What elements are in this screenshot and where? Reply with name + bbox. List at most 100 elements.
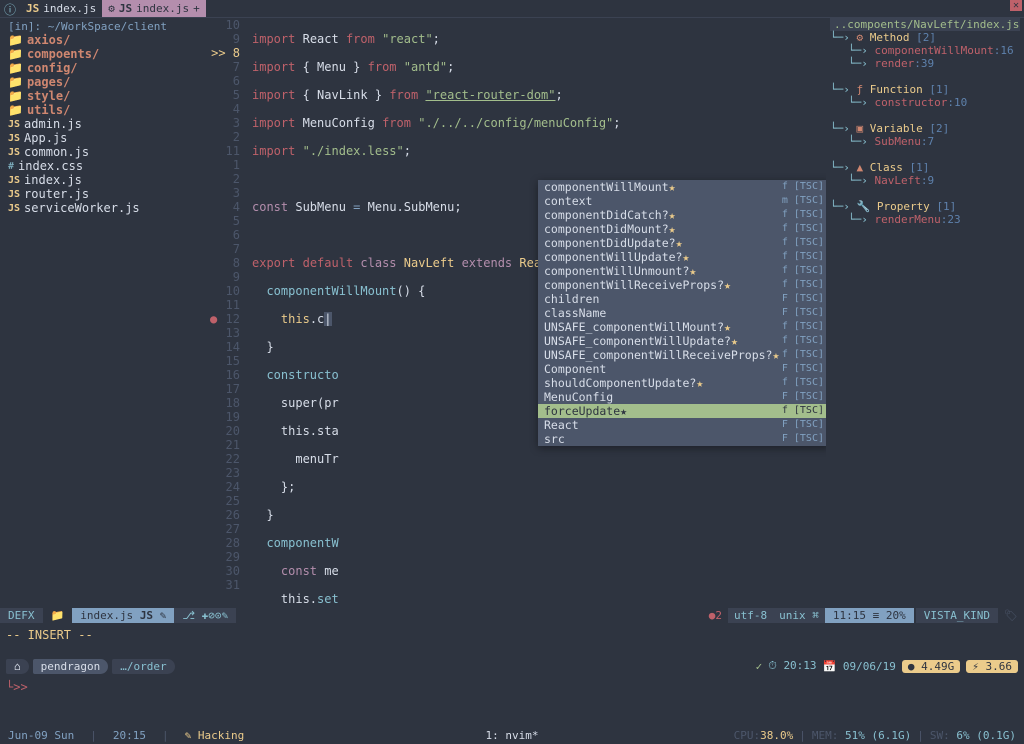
- sl-fileformat: unix ⌘: [773, 608, 825, 623]
- tree-file[interactable]: JS router.js: [4, 187, 206, 201]
- tree-file[interactable]: JS App.js: [4, 131, 206, 145]
- shell-prompt[interactable]: ⌂ pendragon …/order ✓ ⏱ 20:13 📅 09/06/19…: [0, 652, 1024, 680]
- tree-folder[interactable]: 📁 config/: [4, 61, 206, 75]
- tmux-date: Jun-09 Sun: [0, 729, 82, 742]
- autocomplete-item[interactable]: componentWillMount★f [TSC]: [538, 180, 826, 194]
- autocomplete-popup[interactable]: componentWillMount★f [TSC]contextm [TSC]…: [538, 180, 826, 446]
- gutter: 109>> 8765432111234567891011121314151617…: [210, 18, 246, 592]
- apple-icon: ⌂: [6, 659, 29, 674]
- tab-label: index.js: [136, 2, 189, 15]
- tab-inactive[interactable]: JS index.js: [20, 0, 102, 17]
- breakpoint-icon[interactable]: ●: [210, 312, 217, 326]
- tab-label: index.js: [43, 2, 96, 15]
- outline-item[interactable]: └─› NavLeft:9: [830, 174, 1020, 187]
- outline-pane[interactable]: ..compoents/NavLeft/index.js └─› ⚙ Metho…: [826, 18, 1024, 606]
- folder-icon: 📁: [43, 608, 73, 623]
- tree-folder[interactable]: 📁 utils/: [4, 103, 206, 117]
- autocomplete-item[interactable]: shouldComponentUpdate?★f [TSC]: [538, 376, 826, 390]
- info-icon: ⓘ: [0, 0, 20, 17]
- autocomplete-item[interactable]: UNSAFE_componentWillReceiveProps?★f [TSC…: [538, 348, 826, 362]
- folder-icon: 📁: [8, 75, 23, 89]
- autocomplete-item[interactable]: componentDidCatch?★f [TSC]: [538, 208, 826, 222]
- folder-icon: 📁: [8, 89, 23, 103]
- mode-indicator: -- INSERT --: [0, 624, 1024, 652]
- js-icon: JS: [119, 2, 132, 15]
- check-icon: ✓: [756, 660, 763, 673]
- sl-error-count[interactable]: ●2: [703, 609, 728, 622]
- folder-icon: 📁: [8, 103, 23, 117]
- tree-folder[interactable]: 📁 compoents/: [4, 47, 206, 61]
- tree-folder[interactable]: 📁 pages/: [4, 75, 206, 89]
- sl-filename: index.js JS ✎: [72, 608, 174, 623]
- tree-file[interactable]: JS admin.js: [4, 117, 206, 131]
- js-icon: JS: [8, 119, 20, 130]
- folder-icon: 📁: [8, 61, 23, 75]
- shell-host: pendragon: [33, 659, 109, 674]
- shell-path: …/order: [112, 659, 174, 674]
- outline-item[interactable]: └─› SubMenu:7: [830, 135, 1020, 148]
- js-icon: JS: [26, 2, 39, 15]
- statusline: DEFX 📁 index.js JS ✎ ⎇ ✚⊘⊙✎ ●2 utf-8 uni…: [0, 606, 1024, 624]
- main-area: [in]: ~/WorkSpace/client 📁 axios/📁 compo…: [0, 18, 1024, 606]
- folder-icon: 📁: [8, 33, 23, 47]
- sl-encoding: utf-8: [728, 608, 773, 623]
- tmux-time: 20:15: [105, 729, 154, 742]
- autocomplete-item[interactable]: classNameF [TSC]: [538, 306, 826, 320]
- outline-item[interactable]: └─› renderMenu:23: [830, 213, 1020, 226]
- outline-item[interactable]: └─› render:39: [830, 57, 1020, 70]
- autocomplete-item[interactable]: componentWillUnmount?★f [TSC]: [538, 264, 826, 278]
- sl-position: 11:15 ≡ 20%: [825, 608, 914, 623]
- tmux-statusbar: Jun-09 Sun | 20:15 | ✎ Hacking 1: nvim* …: [0, 726, 1024, 744]
- tree-folder[interactable]: 📁 axios/: [4, 33, 206, 47]
- clock-icon: ⏱: [768, 659, 777, 672]
- tree-file[interactable]: # index.css: [4, 159, 206, 173]
- autocomplete-item[interactable]: UNSAFE_componentWillUpdate?★f [TSC]: [538, 334, 826, 348]
- outline-group[interactable]: └─› ▣ Variable [2]: [830, 122, 1020, 135]
- autocomplete-item[interactable]: UNSAFE_componentWillMount?★f [TSC]: [538, 320, 826, 334]
- autocomplete-item[interactable]: ReactF [TSC]: [538, 418, 826, 432]
- sl-git: ⎇ ✚⊘⊙✎: [174, 608, 236, 623]
- outline-item[interactable]: └─› componentWillMount:16: [830, 44, 1020, 57]
- file-tree[interactable]: [in]: ~/WorkSpace/client 📁 axios/📁 compo…: [0, 18, 210, 606]
- autocomplete-item[interactable]: srcF [TSC]: [538, 432, 826, 446]
- calendar-icon: 📅: [823, 660, 837, 673]
- tree-file[interactable]: JS serviceWorker.js: [4, 201, 206, 215]
- autocomplete-item[interactable]: MenuConfigF [TSC]: [538, 390, 826, 404]
- outline-group[interactable]: └─› 🔧 Property [1]: [830, 200, 1020, 213]
- js-icon: JS: [8, 147, 20, 158]
- close-icon[interactable]: ✕: [1010, 0, 1022, 11]
- css-icon: #: [8, 161, 14, 172]
- tree-header: [in]: ~/WorkSpace/client: [4, 20, 206, 33]
- tab-active[interactable]: ⚙ JS index.js +: [102, 0, 205, 17]
- shell-right-status: ✓ ⏱ 20:13 📅 09/06/19 ● 4.49G ⚡ 3.66: [756, 659, 1018, 673]
- tree-file[interactable]: JS index.js: [4, 173, 206, 187]
- modified-indicator: +: [193, 2, 200, 15]
- sl-kind: VISTA_KIND: [916, 608, 998, 623]
- tmux-window[interactable]: 1: nvim*: [486, 729, 539, 742]
- js-icon: JS: [8, 203, 20, 214]
- outline-group[interactable]: └─› ƒ Function [1]: [830, 83, 1020, 96]
- shell-prompt-continuation[interactable]: └>>: [0, 680, 1024, 694]
- editor-pane[interactable]: 109>> 8765432111234567891011121314151617…: [210, 18, 826, 606]
- autocomplete-item[interactable]: ComponentF [TSC]: [538, 362, 826, 376]
- outline-group[interactable]: └─› ▲ Class [1]: [830, 161, 1020, 174]
- autocomplete-item[interactable]: forceUpdate★f [TSC]: [538, 404, 826, 418]
- tree-file[interactable]: JS common.js: [4, 145, 206, 159]
- autocomplete-item[interactable]: componentDidMount?★f [TSC]: [538, 222, 826, 236]
- outline-item[interactable]: └─› constructor:10: [830, 96, 1020, 109]
- js-icon: JS: [8, 189, 20, 200]
- outline-header: ..compoents/NavLeft/index.js: [830, 18, 1020, 31]
- autocomplete-item[interactable]: componentWillReceiveProps?★f [TSC]: [538, 278, 826, 292]
- tmux-session: ✎ Hacking: [177, 729, 253, 742]
- outline-group[interactable]: └─› ⚙ Method [2]: [830, 31, 1020, 44]
- tab-bar: ⓘ JS index.js ⚙ JS index.js + ✕: [0, 0, 1024, 18]
- autocomplete-item[interactable]: componentDidUpdate?★f [TSC]: [538, 236, 826, 250]
- shell-mem1: ● 4.49G: [902, 660, 960, 673]
- autocomplete-item[interactable]: contextm [TSC]: [538, 194, 826, 208]
- sl-mode: DEFX: [0, 608, 43, 623]
- folder-icon: 📁: [8, 47, 23, 61]
- autocomplete-item[interactable]: componentWillUpdate?★f [TSC]: [538, 250, 826, 264]
- autocomplete-item[interactable]: childrenF [TSC]: [538, 292, 826, 306]
- js-icon: JS: [8, 133, 20, 144]
- tree-folder[interactable]: 📁 style/: [4, 89, 206, 103]
